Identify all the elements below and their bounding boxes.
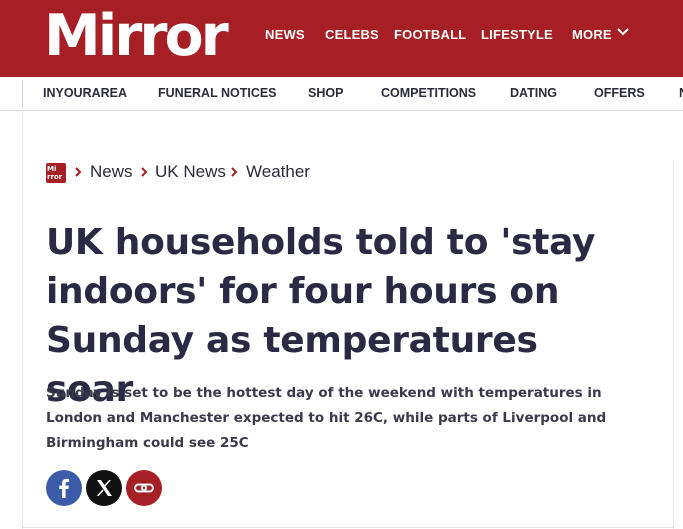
chevron-right-icon	[75, 167, 82, 177]
facebook-icon	[46, 470, 82, 506]
secondary-nav: INYOURAREA FUNERAL NOTICES SHOP COMPETIT…	[0, 77, 683, 111]
content-border-right	[673, 160, 674, 529]
nav-news[interactable]: NEWS	[265, 27, 305, 42]
nav-more[interactable]: MORE	[572, 27, 612, 42]
mirror-logo[interactable]: Mirror	[44, 6, 229, 66]
link-icon	[126, 470, 162, 506]
subnav-offers[interactable]: OFFERS	[594, 86, 645, 100]
chevron-right-icon	[141, 167, 148, 177]
subnav-dating[interactable]: DATING	[510, 86, 557, 100]
x-icon	[86, 470, 122, 506]
share-link-button[interactable]	[126, 470, 162, 506]
breadcrumb-weather[interactable]: Weather	[246, 161, 310, 183]
nav-football[interactable]: FOOTBALL	[394, 27, 466, 42]
content-border-left	[22, 111, 23, 529]
share-facebook-button[interactable]	[46, 470, 82, 506]
subnav-competitions[interactable]: COMPETITIONS	[381, 86, 476, 100]
content-bottom-rule	[22, 527, 673, 528]
subnav-shop[interactable]: SHOP	[308, 86, 343, 100]
breadcrumb-news[interactable]: News	[90, 161, 133, 183]
subnav-funeral-notices[interactable]: FUNERAL NOTICES	[158, 86, 277, 100]
subnav-divider	[22, 80, 23, 108]
nav-lifestyle[interactable]: LIFESTYLE	[481, 27, 553, 42]
subnav-next[interactable]: N	[679, 86, 683, 100]
nav-celebs[interactable]: CELEBS	[325, 27, 379, 42]
subnav-inyourarea[interactable]: INYOURAREA	[43, 86, 127, 100]
article-standfirst: Sunday is set to be the hottest day of t…	[46, 385, 607, 451]
share-x-button[interactable]	[86, 470, 122, 506]
top-bar: Mirror NEWS CELEBS FOOTBALL LIFESTYLE MO…	[0, 0, 683, 77]
chevron-right-icon	[231, 167, 238, 177]
breadcrumb-uk-news[interactable]: UK News	[155, 161, 226, 183]
mirror-logo-icon[interactable]: Mi rror	[46, 163, 66, 183]
chevron-down-icon[interactable]	[616, 25, 630, 39]
